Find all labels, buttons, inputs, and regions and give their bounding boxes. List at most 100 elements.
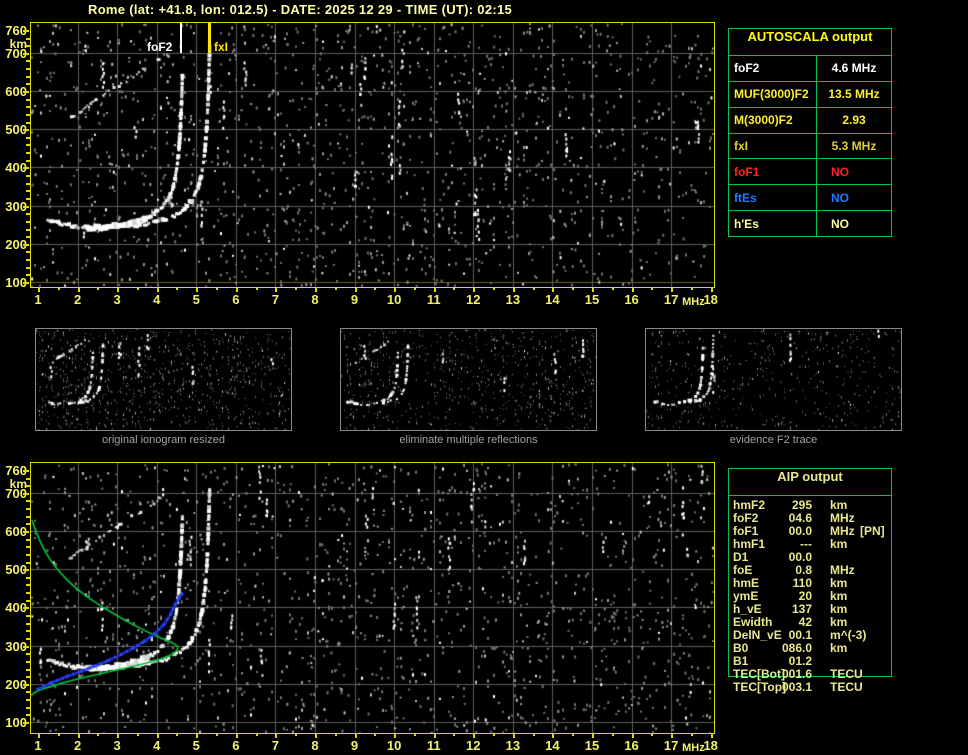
x-axis-tick-mark: [176, 288, 179, 290]
y-axis-tick-mark: [26, 190, 30, 193]
x-axis-tick-label: 6: [232, 738, 240, 753]
autoscala-param-label: ftEs: [734, 190, 757, 205]
x-axis-tick-mark: [255, 734, 258, 736]
y-axis-tick-mark: [26, 630, 30, 633]
x-axis-tick-label: 17: [663, 738, 679, 753]
autoscala-row-MUF(3000)F2: MUF(3000)F2 13.5 MHz: [729, 80, 891, 107]
fxI-marker-label: fxI: [214, 40, 229, 54]
x-axis-tick-label: 10: [386, 292, 402, 307]
y-axis-tick-mark: [26, 699, 30, 702]
y-axis-tick-mark: [23, 29, 29, 32]
y-axis-tick-mark: [26, 274, 30, 277]
y-axis-tick-mark: [23, 129, 29, 132]
x-axis-tick-label: 12: [466, 738, 481, 753]
autoscala-param-label: foF2: [734, 61, 760, 76]
y-axis-tick-mark: [26, 660, 30, 663]
x-axis-unit-label: MHz: [682, 296, 705, 308]
x-axis-tick-label: 4: [153, 292, 161, 307]
x-axis-tick-mark: [314, 288, 317, 292]
aip-note: [PN]: [860, 524, 885, 538]
y-axis-tick-mark: [26, 197, 30, 200]
x-axis-tick-mark: [552, 288, 555, 292]
x-axis-tick-mark: [394, 288, 397, 292]
y-axis-tick-mark: [26, 668, 30, 671]
x-axis-tick-label: 4: [153, 738, 161, 753]
thumbnail-original-canvas: [36, 329, 291, 430]
x-axis-tick-mark: [196, 288, 199, 292]
autoscala-param-label: h'Es: [734, 216, 759, 231]
y-axis-tick-mark: [23, 607, 29, 610]
x-axis-tick-mark: [57, 734, 60, 736]
x-axis-tick-label: 13: [505, 292, 521, 307]
x-axis-tick-mark: [690, 288, 693, 290]
y-axis-tick-mark: [23, 531, 29, 533]
x-axis-tick-mark: [354, 288, 357, 292]
x-axis-tick-label: 5: [192, 738, 200, 753]
y-axis-tick-mark: [23, 243, 29, 246]
autoscala-param-label: foF1: [734, 164, 760, 179]
y-axis-tick-mark: [26, 691, 30, 694]
x-axis-tick-mark: [651, 288, 654, 290]
y-axis-tick-mark: [26, 159, 30, 162]
x-axis-tick-label: 12: [466, 292, 481, 307]
x-axis-tick-mark: [690, 734, 693, 736]
y-axis-tick-mark: [26, 576, 30, 579]
y-axis-tick-mark: [23, 469, 29, 472]
x-axis-tick-mark: [295, 288, 298, 290]
x-axis-tick-mark: [334, 734, 337, 736]
x-axis-tick-mark: [413, 734, 416, 736]
y-axis-tick-mark: [26, 136, 30, 139]
x-axis-tick-mark: [433, 734, 436, 738]
y-axis-tick-mark: [26, 68, 30, 71]
x-axis-tick-mark: [631, 734, 634, 738]
y-axis-tick-mark: [26, 714, 30, 717]
autoscala-row-ftEs: ftEs NO: [729, 184, 891, 211]
x-axis-tick-label: 2: [73, 738, 82, 753]
x-axis-tick-mark: [591, 734, 594, 738]
x-axis-tick-mark: [334, 288, 337, 290]
y-axis-tick-mark: [26, 106, 30, 109]
x-axis-tick-mark: [651, 734, 654, 736]
y-axis-tick-mark: [26, 259, 30, 262]
ionogram-main-canvas: [31, 23, 714, 287]
y-axis-tick-mark: [26, 144, 30, 147]
x-axis-tick-label: 13: [505, 738, 521, 753]
y-axis-tick-mark: [26, 75, 30, 78]
autoscala-param-value: NO: [816, 211, 891, 237]
autoscala-table-title: AUTOSCALA output: [729, 29, 891, 56]
y-axis-tick-mark: [23, 569, 29, 572]
y-axis-tick-mark: [23, 282, 29, 284]
autoscala-table-rows: foF2 4.6 MHz MUF(3000)F2 13.5 MHz M(3000)F2 2…: [729, 56, 891, 237]
x-axis-tick-label: 16: [624, 292, 639, 307]
x-axis-tick-mark: [38, 734, 40, 738]
ionogram-main: foF2 fxI: [30, 22, 715, 288]
x-axis-tick-mark: [136, 734, 139, 736]
x-axis-tick-mark: [671, 734, 674, 738]
x-axis-tick-mark: [38, 288, 40, 292]
x-axis-tick-mark: [57, 288, 60, 290]
x-axis-tick-label: 2: [73, 292, 82, 307]
thumbnail-no-multiples-canvas: [341, 329, 596, 430]
y-axis-tick-mark: [26, 546, 30, 549]
x-axis-tick-mark: [275, 288, 278, 292]
y-axis-tick-mark: [26, 500, 30, 503]
x-axis-tick-mark: [394, 734, 397, 738]
thumbnail-caption-no-multiples: eliminate multiple reflections: [399, 434, 538, 446]
autoscala-output-table: AUTOSCALA output foF2 4.6 MHz MUF(3000)F2 1…: [728, 28, 892, 237]
x-axis-tick-mark: [493, 734, 496, 736]
x-axis-tick-mark: [255, 288, 258, 290]
x-axis-tick-label: 7: [271, 292, 280, 307]
x-axis-tick-label: 11: [426, 738, 441, 753]
y-axis-tick-mark: [26, 113, 30, 116]
y-axis-tick-mark: [26, 37, 30, 40]
x-axis-tick-mark: [671, 288, 674, 292]
x-axis-tick-mark: [591, 288, 594, 292]
y-axis-tick-mark: [26, 98, 30, 101]
y-axis-tick-mark: [26, 706, 30, 709]
y-axis-tick-mark: [23, 52, 29, 55]
aip-row-TEC[Top]: TEC[Top] 003.1 TECU: [728, 681, 892, 694]
x-axis-tick-mark: [710, 288, 713, 292]
y-axis-tick-mark: [23, 683, 29, 686]
x-axis-tick-mark: [512, 288, 515, 292]
y-axis-tick-mark: [26, 592, 30, 595]
